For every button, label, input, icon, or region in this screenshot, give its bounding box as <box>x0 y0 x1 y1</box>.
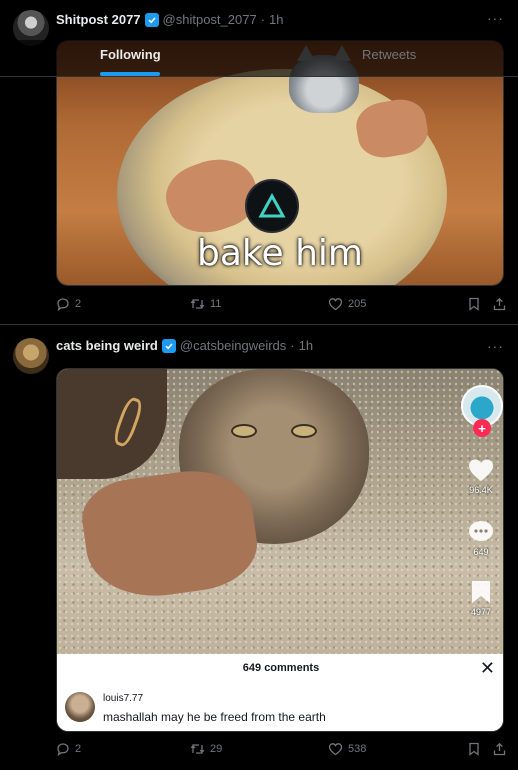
reply-button[interactable]: 2 <box>56 742 81 756</box>
retweet-count: 29 <box>210 743 223 755</box>
video-comment-button[interactable]: 649 <box>463 519 499 557</box>
video-frame: + 96.4K 649 4977 <box>57 369 503 654</box>
follow-plus-icon[interactable]: + <box>473 419 491 437</box>
close-icon[interactable]: ✕ <box>480 658 495 679</box>
meme-caption: bake him <box>197 233 363 274</box>
video-save-count: 4977 <box>470 607 492 617</box>
commenter-avatar <box>65 692 95 722</box>
cat-eye <box>291 424 317 438</box>
reply-count: 2 <box>75 743 82 755</box>
commenter-username: louis7.77 <box>103 693 144 704</box>
reply-count: 2 <box>75 298 82 310</box>
bookmark-button[interactable] <box>468 742 480 756</box>
retweet-icon <box>190 299 205 309</box>
share-icon <box>493 742 506 756</box>
retweet-button[interactable]: 29 <box>190 742 222 756</box>
meme-photo: bake him <box>57 41 503 285</box>
tweet-video[interactable]: + 96.4K 649 4977 649 comments ✕ louis7.7… <box>56 368 504 732</box>
tab-following[interactable]: Following <box>100 47 161 62</box>
comments-header: 649 comments ✕ <box>57 654 503 684</box>
video-save-button[interactable]: 4977 <box>463 579 499 617</box>
video-comment-count: 649 <box>473 547 489 557</box>
like-button[interactable]: 538 <box>328 742 366 756</box>
verified-badge-icon <box>144 12 159 27</box>
active-tab-indicator <box>100 72 160 76</box>
retweet-icon <box>190 744 205 754</box>
bookmark-icon <box>469 742 479 756</box>
comment-item: louis7.77 mashallah may he be freed from… <box>57 684 503 731</box>
retweet-count: 11 <box>210 298 222 310</box>
timestamp[interactable]: 1h <box>299 338 313 353</box>
separator: · <box>260 12 266 27</box>
like-count: 538 <box>348 743 367 755</box>
like-count: 205 <box>348 298 367 310</box>
action-bar: 2 29 538 <box>56 742 508 762</box>
reply-button[interactable]: 2 <box>56 297 81 311</box>
more-icon[interactable]: ··· <box>487 338 504 354</box>
video-like-count: 96.4K <box>469 485 493 495</box>
display-name[interactable]: Shitpost 2077 <box>56 12 141 27</box>
bookmark-icon <box>472 581 490 603</box>
comment-bubble-icon <box>469 521 493 541</box>
bookmark-button[interactable] <box>468 297 480 311</box>
display-name[interactable]: cats being weird <box>56 338 158 353</box>
like-button[interactable]: 205 <box>328 297 366 311</box>
tweet[interactable]: cats being weird @catsbeingweirds · 1h ·… <box>0 326 518 770</box>
like-icon <box>328 743 343 756</box>
cat-eye <box>231 424 257 438</box>
timeline-tabs: Following Retweets <box>0 40 518 77</box>
like-icon <box>328 298 343 311</box>
video-like-button[interactable]: 96.4K <box>463 457 499 495</box>
verified-badge-icon <box>161 338 176 353</box>
timestamp[interactable]: 1h <box>269 12 283 27</box>
heart-icon <box>469 459 493 481</box>
tweet-header: Shitpost 2077 @shitpost_2077 · 1h <box>56 12 284 27</box>
reply-icon <box>57 298 69 311</box>
share-button[interactable] <box>493 297 506 311</box>
comment-text: mashallah may he be freed from the earth <box>103 710 326 724</box>
tweet-header: cats being weird @catsbeingweirds · 1h <box>56 338 313 353</box>
more-icon[interactable]: ··· <box>487 10 504 26</box>
retweet-button[interactable]: 11 <box>190 297 221 311</box>
handle[interactable]: @catsbeingweirds <box>180 338 286 353</box>
action-bar: 2 11 205 <box>56 297 508 317</box>
share-button[interactable] <box>493 742 506 756</box>
handle[interactable]: @shitpost_2077 <box>163 12 257 27</box>
bookmark-icon <box>469 297 479 311</box>
separator: · <box>290 338 295 353</box>
share-icon <box>493 297 506 311</box>
tab-retweets[interactable]: Retweets <box>362 47 416 62</box>
comments-count: 649 comments <box>242 662 320 674</box>
playstation-triangle-icon <box>245 179 299 233</box>
reply-icon <box>57 743 69 756</box>
avatar[interactable] <box>13 338 49 374</box>
